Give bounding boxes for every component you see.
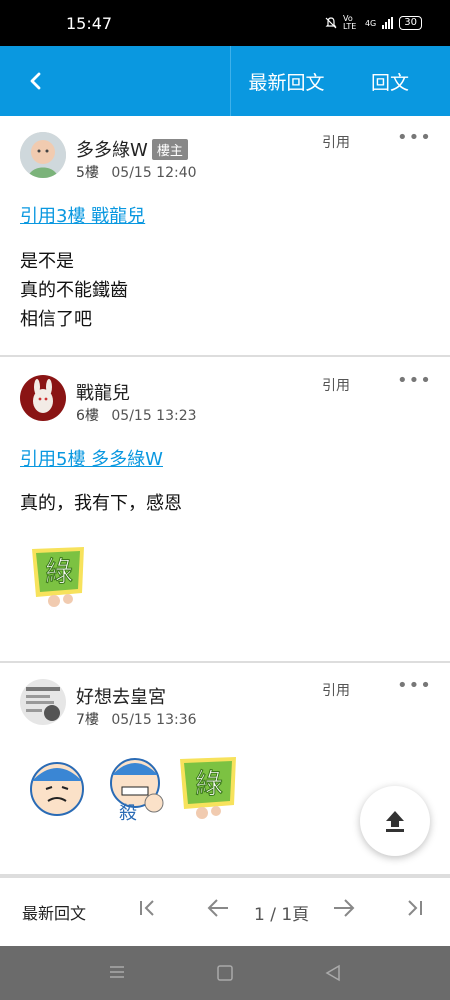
sticker-image [20,751,94,829]
post-item: 戰龍兒 6樓 05/15 13:23 引用 ••• 引用5樓 多多綠W 真的，我… [0,357,450,663]
sticker-image: 綠 [24,541,94,615]
post-meta: 5樓 05/15 12:40 [76,162,197,182]
first-page-button[interactable] [138,898,158,924]
content-line: 相信了吧 [20,309,92,330]
post-datetime: 05/15 13:23 [111,408,197,424]
sticker-image: 綠 [172,751,246,827]
more-options-button[interactable]: ••• [397,370,432,391]
post-datetime: 05/15 12:40 [111,165,197,181]
chevron-left-icon [30,72,41,90]
floor-number: 5樓 [76,165,99,181]
last-page-icon [408,900,422,916]
latest-replies-button[interactable]: 最新回文 [230,46,342,116]
scroll-top-button[interactable] [360,786,430,856]
post-meta: 7樓 05/15 13:36 [76,709,197,729]
menu-icon [110,966,124,978]
sticker-image: 殺 [98,749,172,829]
back-nav-button[interactable] [324,963,342,987]
avatar[interactable] [20,679,66,725]
content-line: 是不是 [20,251,74,272]
back-button[interactable] [0,46,70,116]
avatar[interactable] [20,132,66,178]
top-app-bar: 最新回文 回文 [0,46,450,116]
post-content: 是不是 真的不能鐵齒 相信了吧 [20,247,128,334]
quote-reference-link[interactable]: 引用5樓 多多綠W [20,445,163,471]
author-name[interactable]: 戰龍兒 [76,379,130,405]
back-triangle-icon [325,964,340,982]
page-indicator[interactable]: 1 / 1頁 [254,900,309,925]
sticker-text: 綠 [195,767,223,800]
home-square-icon [217,965,233,981]
quote-button[interactable]: 引用 [322,375,350,395]
author-name[interactable]: 好想去皇宮 [76,683,166,709]
avatar[interactable] [20,375,66,421]
upload-icon [386,811,404,832]
author-row: 好想去皇宮 [76,683,166,709]
author-row: 多多綠W 樓主 [76,136,188,162]
op-badge: 樓主 [151,138,188,160]
author-name[interactable]: 多多綠W [76,136,148,162]
quote-button[interactable]: 引用 [322,680,350,700]
mute-icon [325,17,337,29]
reply-button[interactable]: 回文 [350,46,430,116]
floor-number: 6樓 [76,408,99,424]
floor-number: 7樓 [76,712,99,728]
first-page-icon [140,900,154,916]
post-meta: 6樓 05/15 13:23 [76,405,197,425]
arrow-right-icon [334,899,355,917]
author-row: 戰龍兒 [76,379,130,405]
menu-nav-button[interactable] [108,962,126,986]
system-nav-bar [0,946,450,1000]
post-datetime: 05/15 13:36 [111,712,197,728]
volte-label: Vo LTE [342,14,357,31]
status-icons: Vo LTE 4G 30 [325,15,422,31]
arrow-left-icon [207,899,228,917]
sticker-text: 殺 [119,803,137,824]
status-time: 15:47 [66,13,113,33]
post-item: 多多綠W 樓主 5樓 05/15 12:40 引用 ••• 引用3樓 戰龍兒 是… [0,116,450,357]
content-line: 真的，我有下，感恩 [20,493,182,514]
home-nav-button[interactable] [216,963,234,987]
more-options-button[interactable]: ••• [397,127,432,148]
battery-icon: 30 [399,16,422,30]
post-content: 真的，我有下，感恩 [20,489,182,518]
prev-page-button[interactable] [206,898,230,924]
more-options-button[interactable]: ••• [397,675,432,696]
next-page-button[interactable] [332,898,356,924]
quote-button[interactable]: 引用 [322,132,350,152]
status-bar: 15:47 Vo LTE 4G 30 [0,0,450,46]
quote-reference-link[interactable]: 引用3樓 戰龍兒 [20,202,145,228]
signal-icon [382,17,394,29]
latest-replies-link[interactable]: 最新回文 [22,900,86,924]
pager-bar: 最新回文 1 / 1頁 [0,876,450,946]
last-page-button[interactable] [404,898,424,924]
content-line: 真的不能鐵齒 [20,280,128,301]
network-label: 4G [364,18,377,28]
sticker-text: 綠 [45,555,73,588]
